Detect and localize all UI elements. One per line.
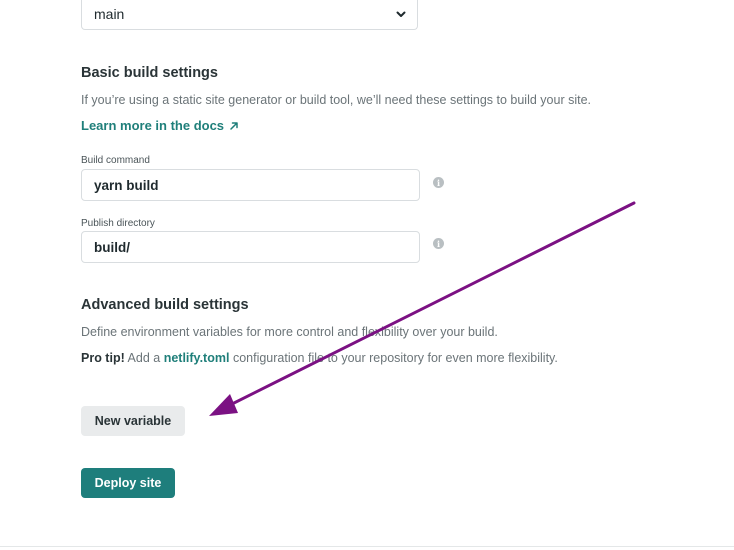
annotation-arrowhead [209,394,238,416]
docs-link-label: Learn more in the docs [81,118,225,133]
basic-build-settings-title: Basic build settings [81,65,218,81]
chevron-down-icon [396,11,406,17]
branch-select-value: main [94,5,125,22]
advanced-build-settings-description: Define environment variables for more co… [81,325,498,339]
new-variable-button[interactable]: New variable [81,406,185,436]
bottom-divider [0,546,734,547]
learn-more-docs-link[interactable]: Learn more in the docs [81,118,239,133]
build-command-input[interactable] [81,169,420,201]
build-command-info-icon[interactable]: i [433,177,444,188]
deploy-site-button[interactable]: Deploy site [81,468,175,498]
pro-tip: Pro tip! Add a netlify.toml configuratio… [81,351,558,365]
advanced-build-settings-title: Advanced build settings [81,297,249,313]
build-command-label: Build command [81,155,150,166]
publish-directory-input[interactable] [81,231,420,263]
arrow-up-right-icon [230,121,238,130]
pro-tip-text-before: Add a [127,351,161,365]
pro-tip-label: Pro tip! [81,351,125,365]
publish-directory-info-icon[interactable]: i [433,238,444,249]
branch-select[interactable]: main [81,0,418,30]
netlify-toml-link[interactable]: netlify.toml [164,351,230,365]
publish-directory-label: Publish directory [81,218,155,229]
pro-tip-text-after: configuration file to your repository fo… [232,351,558,365]
build-settings-page: main Basic build settings If you’re usin… [0,0,734,550]
basic-build-settings-description: If you’re using a static site generator … [81,93,592,107]
